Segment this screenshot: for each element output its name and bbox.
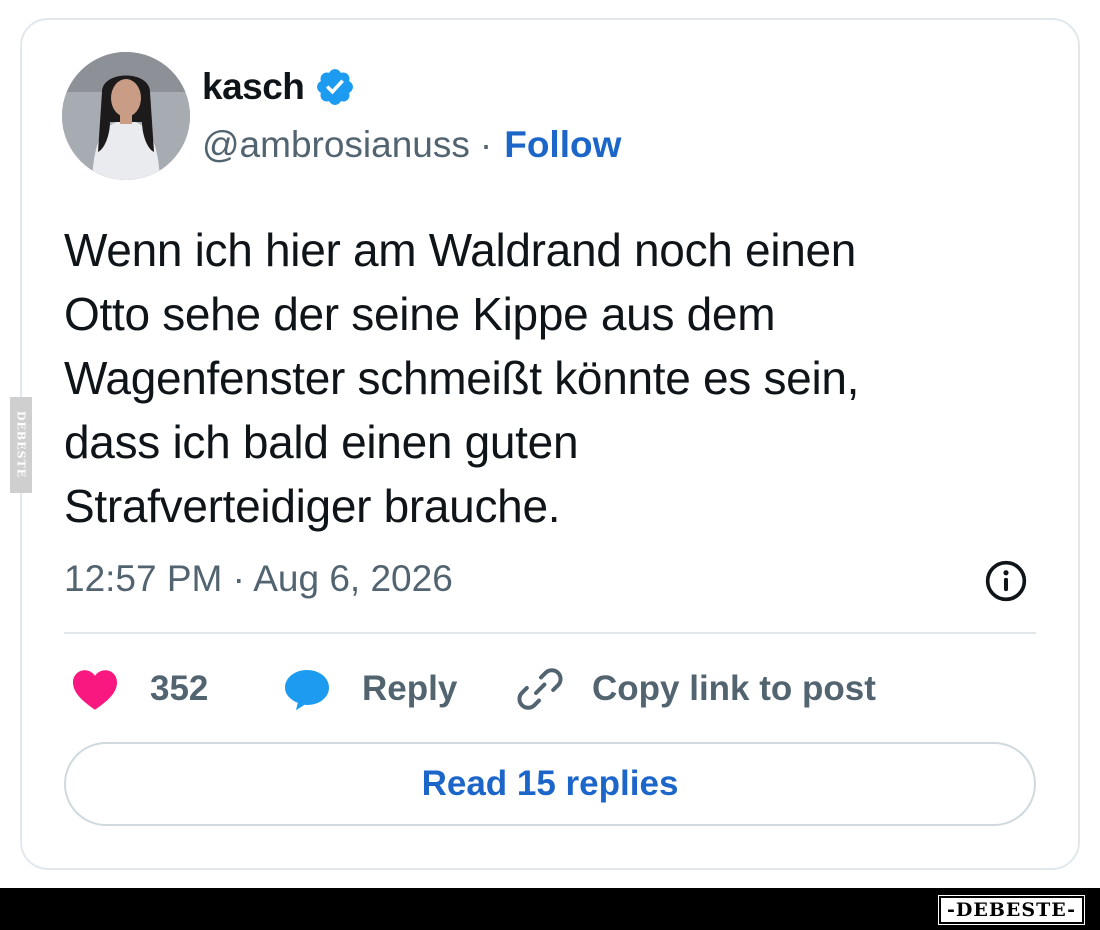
author-handle[interactable]: @ambrosianuss: [202, 124, 470, 166]
read-replies-button[interactable]: Read 15 replies: [64, 742, 1036, 826]
bottom-bar: -DEBESTE-: [0, 888, 1100, 930]
like-count: 352: [150, 669, 209, 708]
reply-label: Reply: [362, 669, 458, 708]
copy-link-label: Copy link to post: [592, 669, 876, 708]
heart-icon: [73, 670, 117, 710]
tweet-text: Wenn ich hier am Waldrand noch einen Ott…: [64, 218, 1044, 538]
author-handle-row: @ambrosianuss · Follow: [202, 124, 621, 166]
side-watermark: DEBESTE: [10, 397, 32, 493]
like-button[interactable]: 352: [70, 664, 208, 714]
separator-dot: ·: [479, 124, 493, 165]
tweet-text-line: Otto sehe der seine Kippe aus dem: [64, 288, 776, 340]
tweet-text-line: Wagenfenster schmeißt könnte es sein,: [64, 352, 860, 404]
tweet-text-line: dass ich bald einen guten: [64, 416, 579, 468]
reply-bubble-icon: [285, 670, 329, 711]
avatar-image: [62, 52, 190, 180]
tweet-text-line: Wenn ich hier am Waldrand noch einen: [64, 224, 857, 276]
info-icon[interactable]: [984, 559, 1028, 603]
divider: [64, 632, 1036, 634]
debeste-logo: -DEBESTE-: [938, 895, 1085, 925]
author-name[interactable]: kasch: [202, 66, 305, 108]
follow-button[interactable]: Follow: [504, 124, 621, 166]
link-icon: [517, 668, 563, 710]
copy-link-button[interactable]: Copy link to post: [516, 664, 876, 714]
author-name-row: kasch: [202, 66, 356, 108]
action-bar: 352 Reply Copy link to post: [64, 664, 1036, 714]
tweet-text-line: Strafverteidiger brauche.: [64, 480, 561, 532]
reply-button[interactable]: Reply: [282, 664, 457, 714]
avatar[interactable]: [62, 52, 190, 180]
verified-badge-icon: [317, 69, 354, 105]
tweet-timestamp[interactable]: 12:57 PM · Aug 6, 2026: [64, 558, 453, 600]
